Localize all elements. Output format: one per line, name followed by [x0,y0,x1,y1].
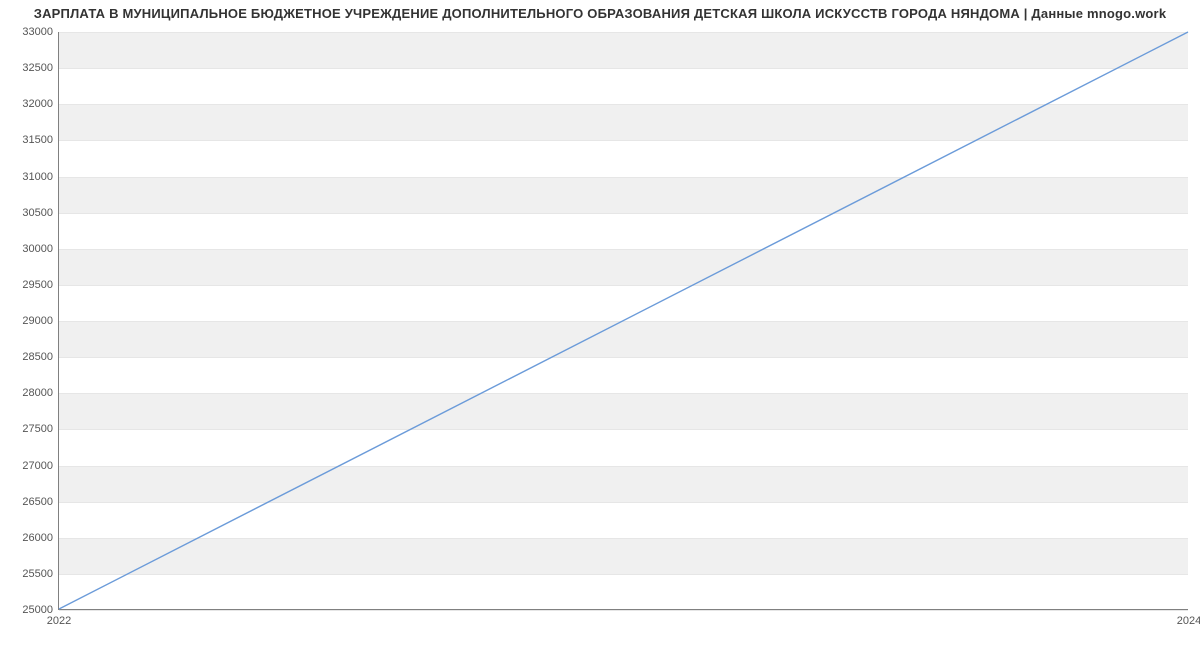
y-tick-label: 30000 [22,243,53,255]
y-tick-label: 26500 [22,496,53,508]
x-tick-label: 2024 [1177,615,1200,627]
y-tick-label: 26000 [22,532,53,544]
y-tick-label: 25500 [22,568,53,580]
y-tick-label: 28500 [22,351,53,363]
y-tick-label: 27500 [22,423,53,435]
y-tick-label: 29000 [22,315,53,327]
salary-line-chart: ЗАРПЛАТА В МУНИЦИПАЛЬНОЕ БЮДЖЕТНОЕ УЧРЕЖ… [0,0,1200,650]
chart-title: ЗАРПЛАТА В МУНИЦИПАЛЬНОЕ БЮДЖЕТНОЕ УЧРЕЖ… [0,6,1200,21]
y-tick-label: 29500 [22,279,53,291]
plot-area: 2500025500260002650027000275002800028500… [58,32,1188,610]
gridline [59,610,1188,611]
series-line [59,32,1188,609]
y-tick-label: 32000 [22,98,53,110]
x-tick-label: 2022 [47,615,71,627]
y-tick-label: 33000 [22,26,53,38]
y-tick-label: 32500 [22,62,53,74]
y-tick-label: 30500 [22,207,53,219]
y-tick-label: 27000 [22,460,53,472]
y-tick-label: 31000 [22,171,53,183]
y-tick-label: 28000 [22,387,53,399]
y-tick-label: 31500 [22,134,53,146]
